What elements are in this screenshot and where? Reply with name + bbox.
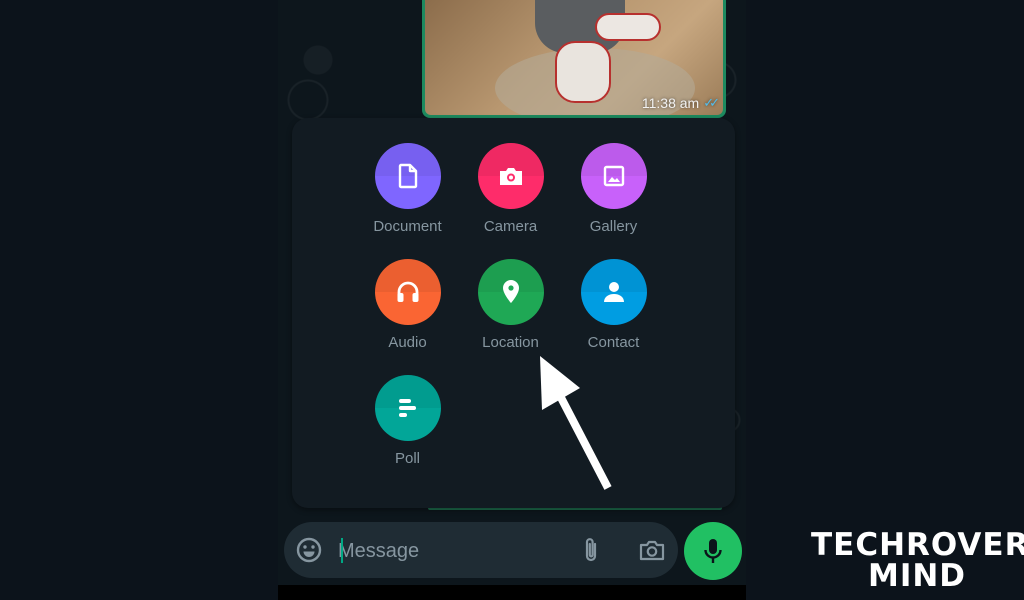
- attach-option-location[interactable]: Location: [459, 259, 562, 351]
- attach-button[interactable]: [582, 536, 600, 569]
- camera-button[interactable]: [477, 143, 544, 209]
- image-message-bubble[interactable]: 11:38 am ✓✓: [422, 0, 726, 118]
- person-icon: [603, 282, 624, 302]
- voice-message-button[interactable]: [684, 522, 742, 580]
- photo-shoe: [555, 41, 611, 103]
- option-label: Document: [373, 218, 442, 235]
- microphone-icon: [704, 539, 722, 563]
- attachment-options-grid: Document Camera Gallery Audio Location C…: [356, 143, 665, 467]
- message-meta: 11:38 am ✓✓: [641, 95, 720, 111]
- location-button[interactable]: [477, 259, 544, 325]
- navigation-bar: [278, 585, 746, 600]
- attach-option-poll[interactable]: Poll: [356, 375, 459, 467]
- location-pin-icon: [502, 280, 519, 303]
- attach-option-contact[interactable]: Contact: [562, 259, 665, 351]
- contact-button[interactable]: [580, 259, 647, 325]
- camera-shortcut-button[interactable]: [638, 538, 666, 567]
- option-label: Contact: [587, 334, 640, 351]
- audio-button[interactable]: [374, 259, 441, 325]
- photo-shoe: [595, 13, 661, 41]
- gallery-button[interactable]: [580, 143, 647, 209]
- double-check-read-icon: ✓✓: [703, 95, 720, 110]
- paperclip-icon: [585, 538, 597, 562]
- attach-option-document[interactable]: Document: [356, 143, 459, 235]
- option-label: Camera: [483, 218, 538, 235]
- watermark-logo: TECHROVER MIND: [811, 527, 1024, 594]
- emoji-button[interactable]: [296, 537, 322, 568]
- message-timestamp: 11:38 am: [641, 95, 700, 111]
- headphones-icon: [397, 281, 418, 302]
- poll-button[interactable]: [374, 375, 441, 441]
- watermark-line-1: TECHROVER: [811, 527, 1024, 563]
- emoji-icon: [296, 537, 322, 563]
- gallery-icon: [603, 165, 624, 187]
- poll-icon: [398, 399, 416, 417]
- attach-option-camera[interactable]: Camera: [459, 143, 562, 235]
- option-label: Poll: [394, 450, 420, 467]
- option-label: Gallery: [589, 218, 638, 235]
- camera-icon: [499, 168, 522, 185]
- document-button[interactable]: [374, 143, 441, 209]
- attach-option-audio[interactable]: Audio: [356, 259, 459, 351]
- camera-icon: [639, 540, 665, 561]
- message-composer: [284, 522, 678, 578]
- message-photo[interactable]: 11:38 am ✓✓: [425, 0, 723, 115]
- watermark-line-2: MIND: [867, 558, 967, 594]
- attach-option-gallery[interactable]: Gallery: [562, 143, 665, 235]
- option-label: Location: [482, 334, 539, 351]
- message-input[interactable]: [336, 532, 570, 570]
- phone-screen: 11:38 am ✓✓ Document Camera Gallery Audi…: [278, 0, 746, 600]
- option-label: Audio: [388, 334, 427, 351]
- attachment-menu: Document Camera Gallery Audio Location C…: [292, 118, 735, 508]
- text-cursor: [341, 538, 343, 563]
- document-icon: [398, 163, 417, 189]
